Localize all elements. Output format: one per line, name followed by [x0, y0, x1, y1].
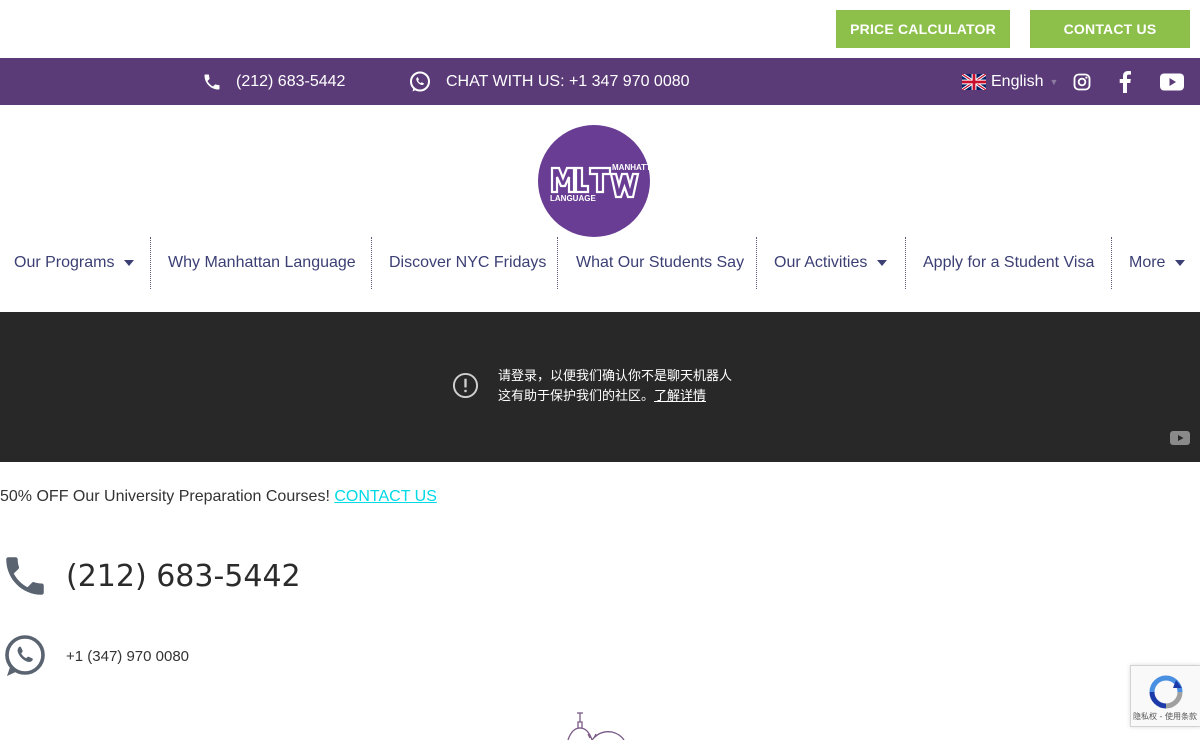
nav-label: Discover NYC Fridays — [389, 254, 547, 271]
recaptcha-footer-links[interactable]: 隐私权 - 使用条款 — [1133, 711, 1197, 722]
promo-text: 50% OFF Our University Preparation Cours… — [0, 488, 437, 506]
nav-item-why-manhattan-language[interactable]: Why Manhattan Language — [168, 237, 356, 289]
embedded-video[interactable]: 请登录，以便我们确认你不是聊天机器人 这有助于保护我们的社区。了解详情 — [0, 312, 1200, 462]
nav-item-discover-nyc-fridays[interactable]: Discover NYC Fridays — [389, 237, 546, 289]
phone-icon — [6, 557, 44, 595]
header-phone-number: (212) 683-5442 — [236, 72, 346, 90]
caret-down-icon — [1175, 260, 1186, 266]
contact-us-button[interactable]: CONTACT US — [1030, 10, 1190, 48]
nav-divider — [557, 237, 558, 289]
nav-label: Apply for a Student Visa — [923, 254, 1095, 271]
contact-whatsapp[interactable]: +1 (347) 970 0080 — [0, 632, 189, 680]
whatsapp-icon — [410, 71, 430, 91]
recaptcha-badge[interactable]: 隐私权 - 使用条款 — [1130, 665, 1200, 727]
promo-contact-link[interactable]: CONTACT US — [334, 488, 437, 505]
nav-divider — [1111, 237, 1112, 289]
alert-circle-icon — [452, 372, 479, 399]
caret-down-icon — [124, 260, 135, 266]
header-phone-link[interactable]: (212) 683-5442 — [202, 58, 345, 105]
instagram-icon — [1073, 73, 1091, 90]
nav-item-more[interactable]: More — [1129, 237, 1186, 289]
language-selector[interactable]: English ▼ — [962, 58, 1058, 105]
nav-divider — [905, 237, 906, 289]
nav-divider — [371, 237, 372, 289]
logo-text-manhattan: MANHATTAN — [612, 163, 650, 172]
logo-text-language: LANGUAGE — [550, 194, 596, 203]
chevron-down-icon: ▼ — [1049, 76, 1059, 87]
recaptcha-icon — [1149, 675, 1183, 709]
logo-mark: MANHATTAN LANGUAGE — [550, 163, 662, 203]
info-bar: (212) 683-5442 CHAT WITH US: +1 347 970 … — [0, 58, 1200, 105]
contact-whatsapp-number: +1 (347) 970 0080 — [66, 647, 190, 665]
youtube-watermark[interactable] — [1170, 431, 1190, 450]
site-logo[interactable]: MANHATTAN LANGUAGE — [538, 125, 662, 237]
facebook-icon — [1119, 70, 1131, 93]
youtube-icon — [1170, 431, 1190, 445]
youtube-link[interactable] — [1160, 58, 1184, 105]
nav-divider — [150, 237, 151, 289]
nav-item-our-activities[interactable]: Our Activities — [774, 237, 888, 289]
contact-phone[interactable]: (212) 683-5442 — [0, 550, 301, 602]
instagram-link[interactable] — [1072, 58, 1092, 105]
top-button-bar: PRICE CALCULATOR CONTACT US — [0, 0, 1200, 58]
contact-phone-number: (212) 683-5442 — [66, 558, 301, 594]
nav-label: What Our Students Say — [576, 254, 745, 271]
nav-divider — [756, 237, 757, 289]
uk-flag-icon — [962, 73, 986, 90]
nav-label: More — [1129, 254, 1166, 271]
main-nav: Our Programs Why Manhattan Language Disc… — [0, 237, 1200, 289]
whatsapp-icon — [5, 635, 45, 676]
nav-label: Our Programs — [14, 254, 115, 271]
nav-item-our-programs[interactable]: Our Programs — [14, 237, 135, 289]
header-chat-link[interactable]: CHAT WITH US: +1 347 970 0080 — [408, 58, 690, 105]
learn-more-link[interactable]: 了解详情 — [654, 389, 706, 404]
phone-icon — [204, 74, 220, 89]
nav-label: Why Manhattan Language — [168, 254, 356, 271]
facebook-link[interactable] — [1118, 58, 1132, 105]
nav-item-apply-student-visa[interactable]: Apply for a Student Visa — [923, 237, 1094, 289]
video-message-line1: 请登录，以便我们确认你不是聊天机器人 — [498, 369, 733, 384]
video-message-line2: 这有助于保护我们的社区。 — [498, 389, 655, 404]
video-signin-message: 请登录，以便我们确认你不是聊天机器人 这有助于保护我们的社区。了解详情 — [452, 367, 732, 407]
youtube-icon — [1160, 73, 1184, 90]
nav-item-what-our-students-say[interactable]: What Our Students Say — [576, 237, 744, 289]
price-calculator-button[interactable]: PRICE CALCULATOR — [836, 10, 1010, 48]
promo-message: 50% OFF Our University Preparation Cours… — [0, 488, 335, 505]
header-chat-text: CHAT WITH US: +1 347 970 0080 — [446, 72, 690, 90]
nav-label: Our Activities — [774, 254, 868, 271]
language-label: English — [991, 72, 1044, 90]
caret-down-icon — [877, 260, 888, 266]
